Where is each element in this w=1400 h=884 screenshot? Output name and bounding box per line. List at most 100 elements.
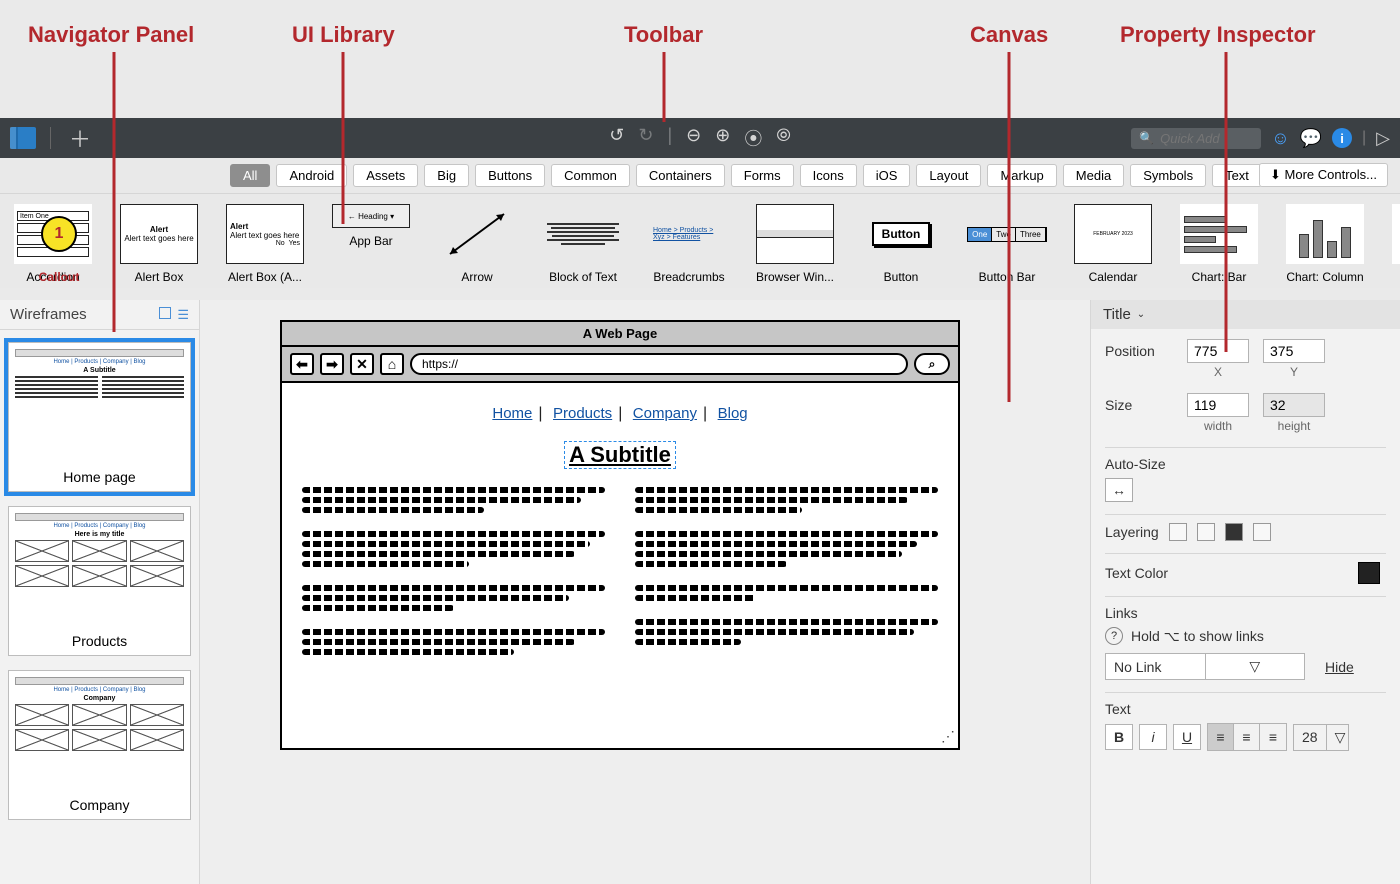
panel-toggle-icon[interactable] <box>10 127 36 149</box>
filter-pill[interactable]: Containers <box>636 164 725 187</box>
lib-item-chartline[interactable]: Cha... <box>1392 204 1400 284</box>
position-y-input[interactable] <box>1263 339 1325 363</box>
filter-pill[interactable]: Markup <box>987 164 1056 187</box>
face-icon[interactable]: ☺ <box>1271 128 1289 149</box>
inspector-title[interactable]: Title⌄ <box>1091 300 1400 329</box>
help-icon[interactable]: ? <box>1105 627 1123 645</box>
bold-button[interactable]: B <box>1105 724 1133 750</box>
nav-link[interactable]: Blog <box>718 405 748 422</box>
lib-item-alertbox[interactable]: AlertAlert text goes here Alert Box <box>120 204 198 284</box>
filter-pill[interactable]: iOS <box>863 164 911 187</box>
lib-item-chartcol[interactable]: Chart: Column <box>1286 204 1364 284</box>
filter-pill[interactable]: Assets <box>353 164 418 187</box>
annotation-uilibrary: UI Library <box>292 22 395 48</box>
search-button[interactable]: ⌕ <box>914 353 950 375</box>
wireframe-thumb-home[interactable]: Home | Products | Company | Blog A Subti… <box>8 342 191 492</box>
autosize-section: Auto-Size ↔ <box>1105 456 1386 502</box>
app-toolbar: ＋ ↺ ↻ | ⊖ ⊕ ⦿ ⦾ 🔍 ☺ 💬 i | ▷ <box>0 118 1400 158</box>
annotation-navigator: Navigator Panel <box>28 22 194 48</box>
bring-front-icon[interactable] <box>1225 523 1243 541</box>
more-controls-button[interactable]: ⬇ More Controls... <box>1259 163 1388 187</box>
zoom-actual-icon[interactable]: ⦾ <box>776 125 790 151</box>
lib-item-breadcrumbs[interactable]: Home > Products > Xyz > Features Breadcr… <box>650 204 728 284</box>
nav-link[interactable]: Home <box>492 405 532 422</box>
library-items: Item One Accordion AlertAlert text goes … <box>0 194 1400 288</box>
quick-add[interactable]: 🔍 <box>1131 128 1261 149</box>
wireframe-thumb-company[interactable]: Home | Products | Company | Blog Company… <box>8 670 191 820</box>
filter-pill[interactable]: Icons <box>800 164 857 187</box>
send-backward-icon[interactable] <box>1197 523 1215 541</box>
lib-item-chartbar[interactable]: Chart: Bar <box>1180 204 1258 284</box>
text-section: Text B i U ≡ ≡ ≡ 28▽ <box>1105 701 1386 751</box>
filter-pill[interactable]: Symbols <box>1130 164 1206 187</box>
wireframe-thumb-products[interactable]: Home | Products | Company | Blog Here is… <box>8 506 191 656</box>
stop-icon[interactable]: ✕ <box>350 353 374 375</box>
underline-button[interactable]: U <box>1173 724 1201 750</box>
filter-pill[interactable]: Common <box>551 164 630 187</box>
zoom-out-icon[interactable]: ⊖ <box>686 125 701 151</box>
align-left-button[interactable]: ≡ <box>1208 724 1234 750</box>
forward-icon[interactable]: ➡ <box>320 353 344 375</box>
font-size-select[interactable]: 28▽ <box>1293 724 1349 751</box>
play-icon[interactable]: ▷ <box>1376 128 1390 149</box>
comment-icon[interactable]: 💬 <box>1300 128 1322 149</box>
align-right-button[interactable]: ≡ <box>1260 724 1286 750</box>
list-view-icon[interactable]: ☰ <box>177 307 189 323</box>
lib-item-button[interactable]: Button Button <box>862 204 940 284</box>
lib-item-calendar[interactable]: FEBRUARY 2023 Calendar <box>1074 204 1152 284</box>
nav-link[interactable]: Products <box>553 405 612 422</box>
lib-item-browser[interactable]: Browser Win... <box>756 204 834 284</box>
property-inspector: Title⌄ Position X Y Size width height Au… <box>1090 300 1400 884</box>
quick-add-input[interactable] <box>1160 131 1250 146</box>
library-filter-row: All Android Assets Big Buttons Common Co… <box>0 158 1400 194</box>
navigator-title: Wireframes <box>10 306 87 323</box>
toolbar-right: 🔍 ☺ 💬 i | ▷ <box>1131 128 1390 149</box>
width-input[interactable] <box>1187 393 1249 417</box>
layering-section: Layering <box>1105 523 1386 541</box>
zoom-fit-icon[interactable]: ⦿ <box>744 125 762 151</box>
lib-item-callout[interactable]: 1 Callout <box>14 204 104 284</box>
filter-pill[interactable]: Forms <box>731 164 794 187</box>
autosize-horizontal-button[interactable]: ↔ <box>1105 478 1133 502</box>
zoom-in-icon[interactable]: ⊕ <box>715 125 730 151</box>
undo-icon[interactable]: ↺ <box>609 125 624 151</box>
send-back-icon[interactable] <box>1253 523 1271 541</box>
redo-icon[interactable]: ↻ <box>638 125 653 151</box>
filter-pill[interactable]: Android <box>276 164 347 187</box>
align-center-button[interactable]: ≡ <box>1234 724 1260 750</box>
home-icon[interactable]: ⌂ <box>380 353 404 375</box>
height-input[interactable] <box>1263 393 1325 417</box>
url-field[interactable]: https:// <box>410 353 908 375</box>
filter-pill[interactable]: Media <box>1063 164 1124 187</box>
filter-pill[interactable]: All <box>230 164 270 187</box>
hide-link[interactable]: Hide <box>1325 659 1354 675</box>
resize-handle-icon[interactable]: ⋰ <box>941 728 955 745</box>
toolbar-center: ↺ ↻ | ⊖ ⊕ ⦿ ⦾ <box>609 125 790 151</box>
mockup-nav-links: Home| Products| Company| Blog <box>302 405 938 423</box>
mockup-title: A Web Page <box>282 322 958 347</box>
lib-item-arrow[interactable]: Arrow <box>438 204 516 284</box>
link-target-select[interactable]: No Link▽ <box>1105 653 1305 680</box>
filter-pill[interactable]: Text <box>1212 164 1262 187</box>
filter-pill[interactable]: Buttons <box>475 164 545 187</box>
lib-item-blocktext[interactable]: Block of Text <box>544 204 622 284</box>
mockup-content: Home| Products| Company| Blog A Subtitle <box>282 383 958 679</box>
selected-subtitle-element[interactable]: A Subtitle <box>564 441 676 469</box>
mockup-navbar: ⬅ ➡ ✕ ⌂ https:// ⌕ <box>282 347 958 383</box>
italic-button[interactable]: i <box>1139 724 1167 750</box>
filter-pill[interactable]: Big <box>424 164 469 187</box>
back-icon[interactable]: ⬅ <box>290 353 314 375</box>
position-x-input[interactable] <box>1187 339 1249 363</box>
thumbnail-view-icon[interactable] <box>159 307 171 319</box>
lib-item-alertbox-android[interactable]: AlertAlert text goes hereNo Yes Alert Bo… <box>226 204 304 284</box>
info-icon[interactable]: i <box>1332 128 1352 148</box>
annotation-toolbar: Toolbar <box>624 22 703 48</box>
textcolor-section: Text Color <box>1105 562 1386 584</box>
browser-mockup[interactable]: A Web Page ⬅ ➡ ✕ ⌂ https:// ⌕ Home| Prod… <box>280 320 960 750</box>
text-color-swatch[interactable] <box>1358 562 1380 584</box>
add-wireframe-button[interactable]: ＋ <box>69 122 91 154</box>
bring-forward-icon[interactable] <box>1169 523 1187 541</box>
nav-link[interactable]: Company <box>633 405 697 422</box>
filter-pill[interactable]: Layout <box>916 164 981 187</box>
canvas[interactable]: A Web Page ⬅ ➡ ✕ ⌂ https:// ⌕ Home| Prod… <box>200 300 1090 884</box>
